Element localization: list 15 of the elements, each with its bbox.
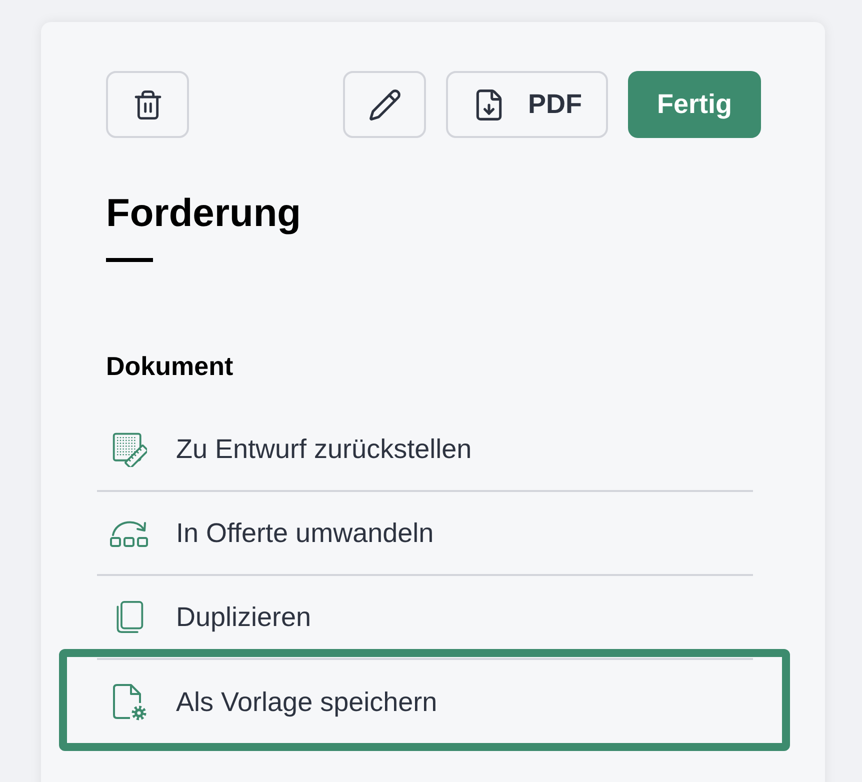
- menu-item[interactable]: In Offerte umwandeln: [97, 492, 753, 574]
- pencil-icon: [368, 88, 402, 122]
- menu-item[interactable]: Duplizieren: [97, 576, 753, 658]
- file-gear-icon: [111, 683, 147, 721]
- page-title: Forderung: [106, 191, 301, 237]
- section-heading: Dokument: [106, 350, 234, 382]
- title-underline: [106, 258, 153, 262]
- edit-button[interactable]: [343, 71, 426, 138]
- menu-item[interactable]: Als Vorlage speichern: [97, 660, 753, 744]
- done-button[interactable]: Fertig: [628, 71, 761, 138]
- arc-arrow-squares-icon: [110, 518, 148, 548]
- grid-pencil-icon: [111, 431, 147, 467]
- menu-item[interactable]: Zu Entwurf zurückstellen: [97, 408, 753, 490]
- pdf-button[interactable]: PDF: [446, 71, 608, 138]
- delete-button[interactable]: [106, 71, 189, 138]
